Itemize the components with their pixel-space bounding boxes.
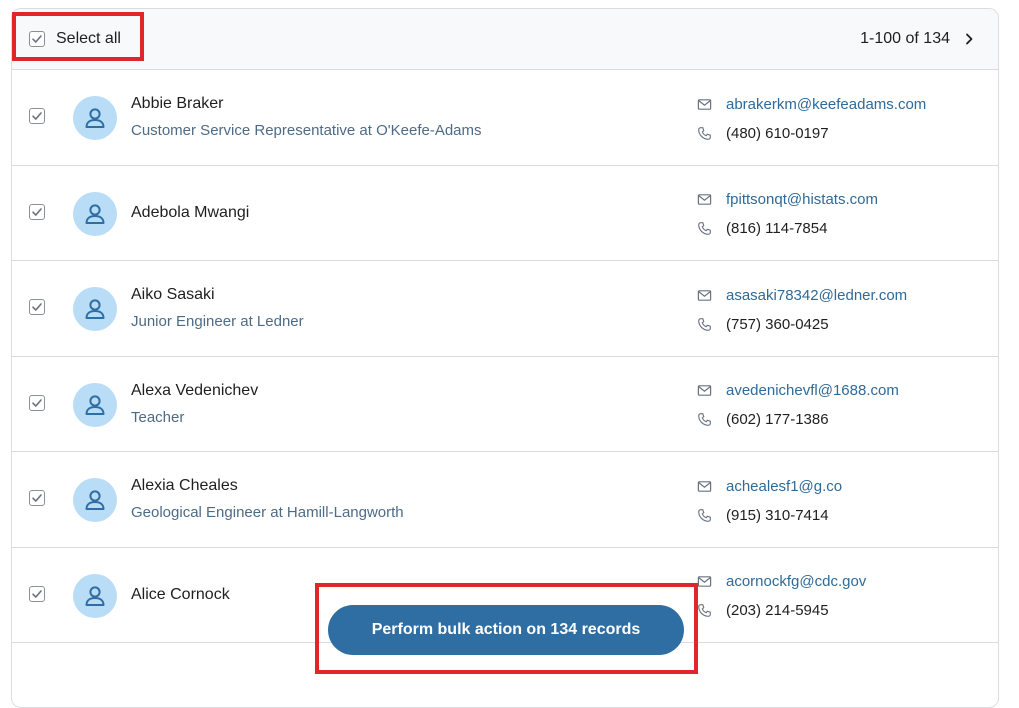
check-icon <box>32 303 42 311</box>
contact-phone: (816) 114-7854 <box>726 220 828 237</box>
user-icon <box>85 490 105 510</box>
contact-details: fpittsonqt@histats.com (816) 114-7854 <box>696 190 878 239</box>
contact-phone: (915) 310-7414 <box>726 506 829 524</box>
select-all-label: Select all <box>56 30 121 47</box>
contact-row[interactable]: Alexa Vedenichev Teacher avedenichevfl@1… <box>12 357 998 452</box>
contact-phone: (757) 360-0425 <box>726 315 829 333</box>
mail-icon <box>696 192 712 208</box>
contact-details: acornockfg@cdc.gov (203) 214-5945 <box>696 572 866 621</box>
contact-name[interactable]: Alexia Cheales <box>131 477 404 495</box>
phone-icon <box>696 412 712 428</box>
contact-details: abrakerkm@keefeadams.com (480) 610-0197 <box>696 94 926 143</box>
row-checkbox[interactable] <box>29 108 45 124</box>
contact-email-link[interactable]: asasaki78342@ledner.com <box>726 287 907 304</box>
contact-info: Alice Cornock <box>131 548 230 643</box>
contact-name[interactable]: Alice Cornock <box>131 586 230 604</box>
contact-name[interactable]: Adebola Mwangi <box>131 204 249 222</box>
phone-icon <box>696 603 712 619</box>
next-page-button[interactable] <box>962 32 976 46</box>
pagination: 1-100 of 134 <box>860 30 976 48</box>
user-icon <box>85 108 105 128</box>
row-checkbox[interactable] <box>29 203 45 220</box>
check-icon <box>32 207 42 216</box>
check-icon <box>32 589 42 598</box>
user-icon <box>85 203 105 224</box>
contact-list: Abbie Braker Customer Service Representa… <box>12 70 998 643</box>
user-icon <box>85 394 105 415</box>
select-all-checkbox[interactable] <box>29 31 45 47</box>
avatar <box>73 191 117 236</box>
contact-email-link[interactable]: avedenichevfl@1688.com <box>726 382 899 399</box>
phone-icon <box>696 125 712 141</box>
avatar <box>73 287 117 331</box>
contact-title: Junior Engineer at Ledner <box>131 313 304 331</box>
phone-icon <box>696 316 712 332</box>
row-checkbox[interactable] <box>29 299 45 315</box>
contact-title: Geological Engineer at Hamill-Langworth <box>131 504 404 522</box>
contact-email-link[interactable]: fpittsonqt@histats.com <box>726 191 878 208</box>
check-icon <box>32 112 42 120</box>
contact-row[interactable]: Adebola Mwangi fpittsonqt@histats.com (8… <box>12 166 998 261</box>
check-icon <box>32 35 42 43</box>
contact-row[interactable]: Abbie Braker Customer Service Representa… <box>12 70 998 166</box>
user-icon <box>85 585 105 606</box>
row-checkbox[interactable] <box>29 490 45 506</box>
contact-name[interactable]: Abbie Braker <box>131 95 482 113</box>
contact-title: Teacher <box>131 408 185 426</box>
contacts-panel: Select all 1-100 of 134 Abbie Braker Cus… <box>11 8 999 708</box>
mail-icon <box>696 96 712 112</box>
mail-icon <box>696 287 712 303</box>
contact-details: achealesf1@g.co (915) 310-7414 <box>696 476 842 525</box>
contact-phone: (203) 214-5945 <box>726 602 829 619</box>
phone-icon <box>696 221 712 237</box>
mail-icon <box>696 383 712 399</box>
row-checkbox[interactable] <box>29 585 45 602</box>
avatar <box>73 382 117 427</box>
contact-title: Customer Service Representative at O'Kee… <box>131 122 482 140</box>
avatar <box>73 96 117 140</box>
contact-name[interactable]: Alexa Vedenichev <box>131 382 258 400</box>
contact-name[interactable]: Aiko Sasaki <box>131 286 304 304</box>
contact-info: Alexa Vedenichev Teacher <box>131 357 258 452</box>
phone-icon <box>696 507 712 523</box>
contact-info: Alexia Cheales Geological Engineer at Ha… <box>131 452 404 547</box>
bulk-action-button[interactable]: Perform bulk action on 134 records <box>328 605 684 655</box>
pagination-text: 1-100 of 134 <box>860 30 950 47</box>
user-icon <box>85 299 105 319</box>
contact-info: Abbie Braker Customer Service Representa… <box>131 70 482 165</box>
contact-email-link[interactable]: acornockfg@cdc.gov <box>726 573 866 590</box>
list-header: Select all 1-100 of 134 <box>12 9 998 70</box>
avatar <box>73 478 117 522</box>
contact-details: avedenichevfl@1688.com (602) 177-1386 <box>696 381 899 430</box>
contact-row[interactable]: Aiko Sasaki Junior Engineer at Ledner as… <box>12 261 998 357</box>
chevron-right-icon <box>966 33 973 45</box>
mail-icon <box>696 478 712 494</box>
contact-info: Aiko Sasaki Junior Engineer at Ledner <box>131 261 304 356</box>
contact-phone: (480) 610-0197 <box>726 124 829 142</box>
mail-icon <box>696 574 712 590</box>
avatar <box>73 573 117 618</box>
select-all-control[interactable]: Select all <box>29 30 121 48</box>
check-icon <box>32 398 42 407</box>
contact-email-link[interactable]: achealesf1@g.co <box>726 478 842 495</box>
check-icon <box>32 494 42 502</box>
contact-row[interactable]: Alexia Cheales Geological Engineer at Ha… <box>12 452 998 548</box>
row-checkbox[interactable] <box>29 394 45 411</box>
contact-email-link[interactable]: abrakerkm@keefeadams.com <box>726 96 926 113</box>
contact-info: Adebola Mwangi <box>131 166 249 261</box>
contact-details: asasaki78342@ledner.com (757) 360-0425 <box>696 285 907 334</box>
contact-phone: (602) 177-1386 <box>726 411 829 428</box>
